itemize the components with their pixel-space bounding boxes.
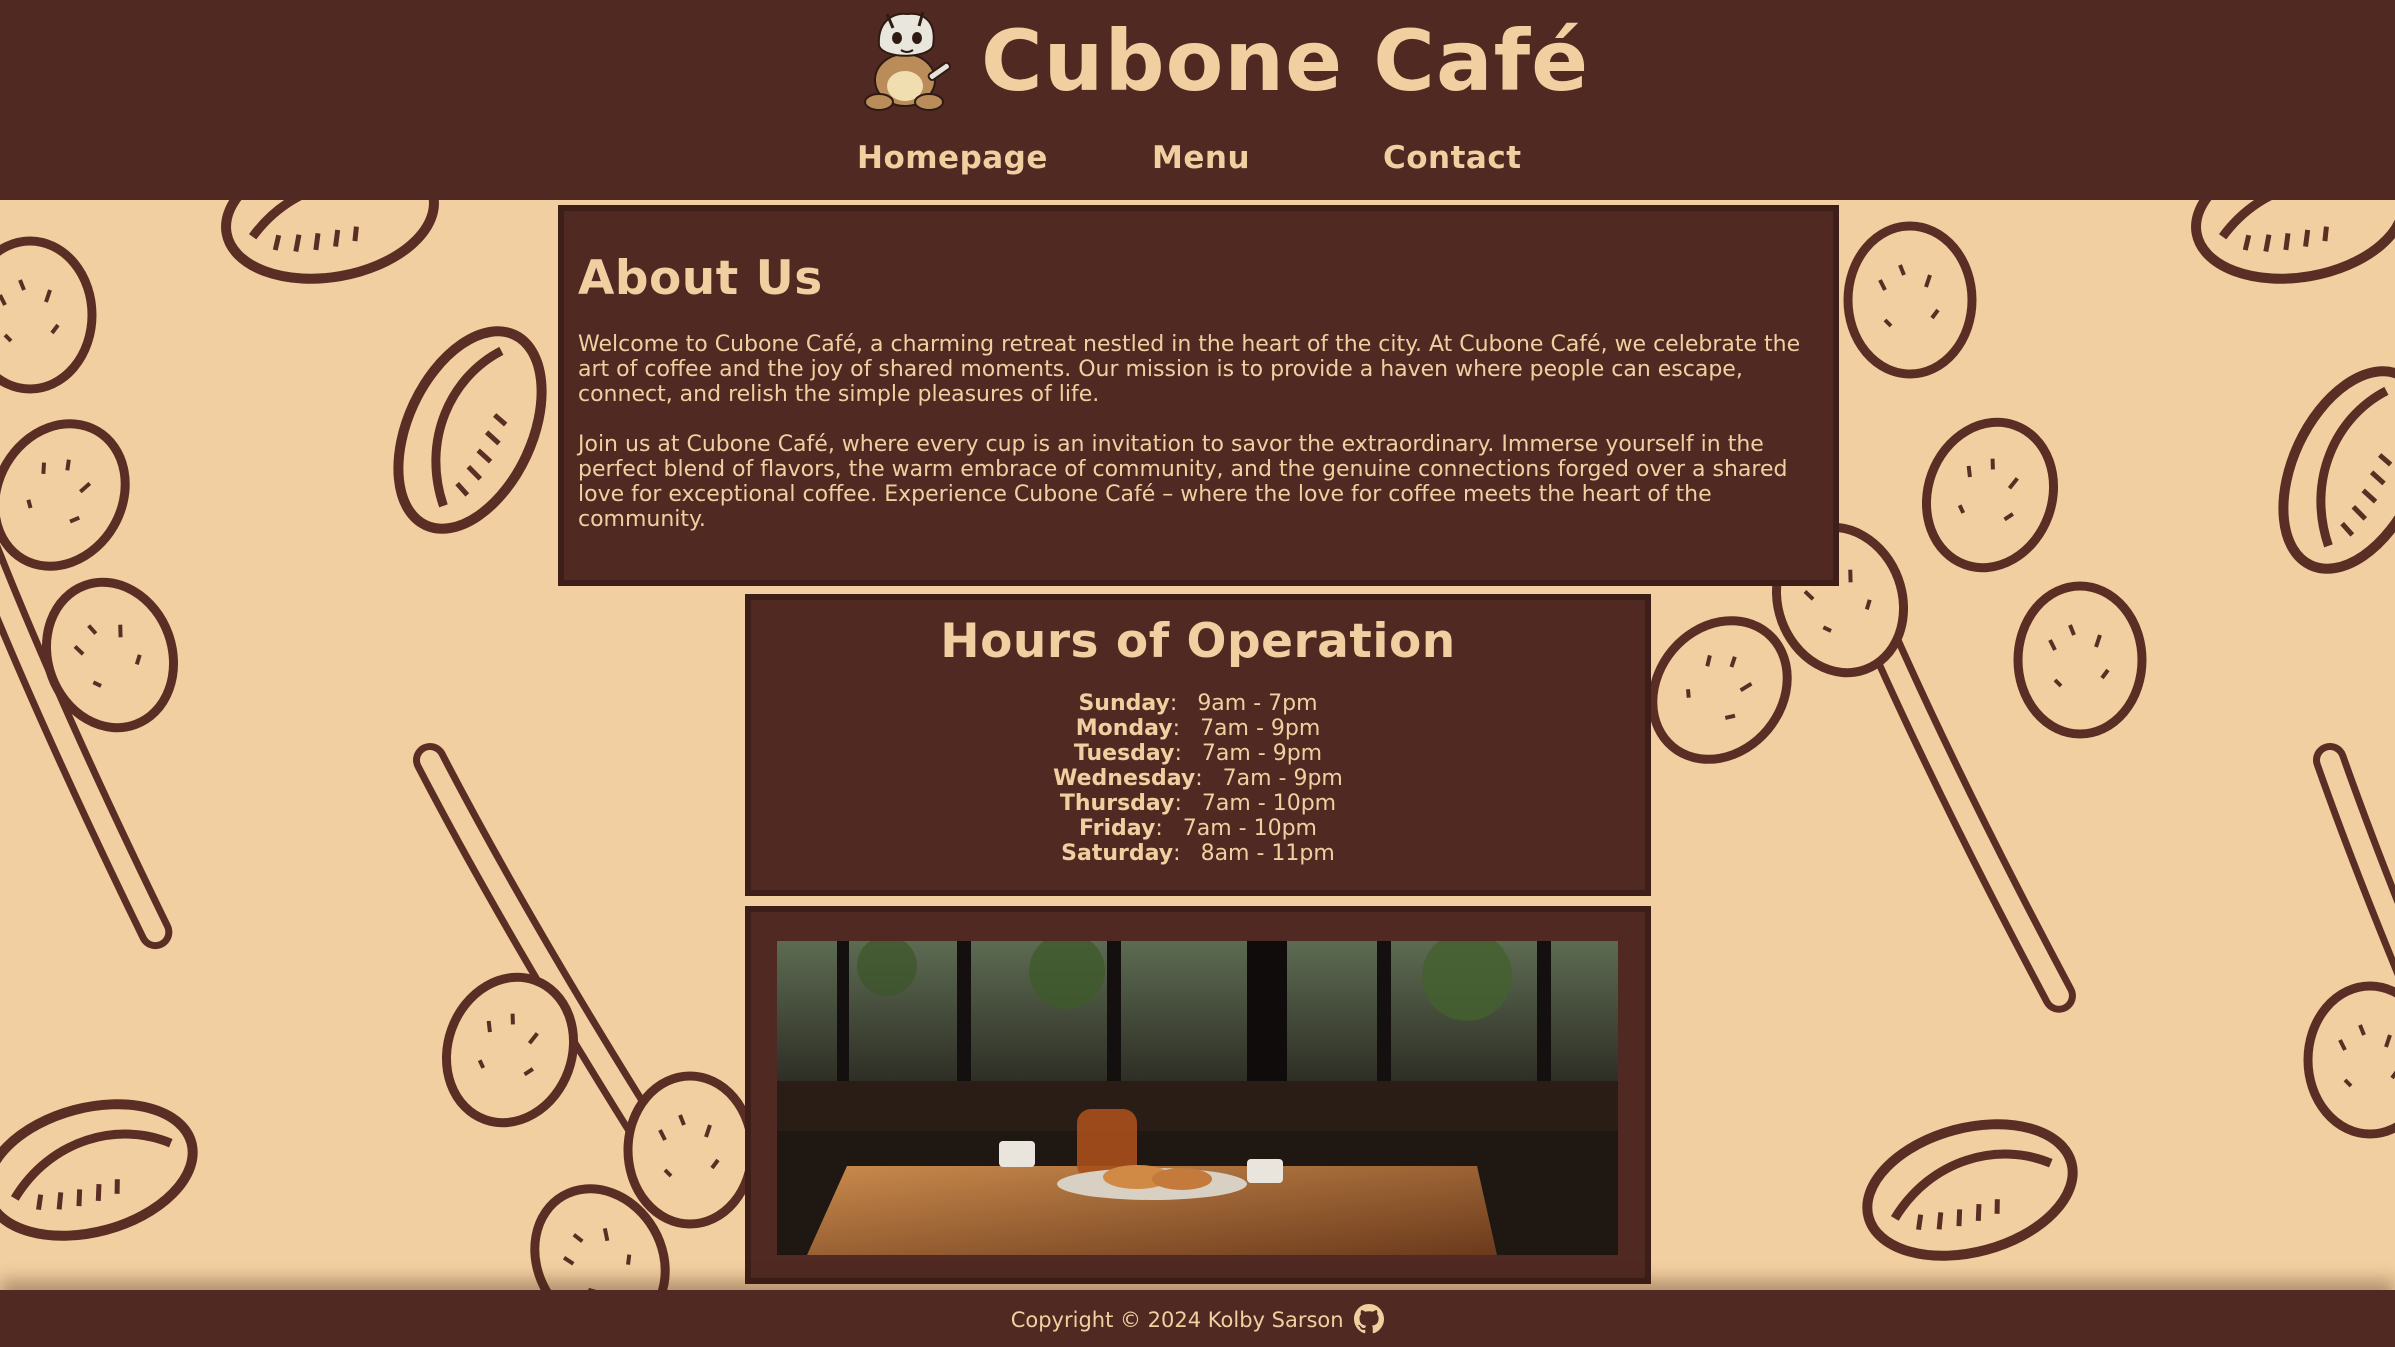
about-paragraph-1: Welcome to Cubone Café, a charming retre… (578, 332, 1801, 407)
hours-row-thursday: Thursday: 7am - 10pm (1059, 791, 1337, 816)
about-paragraph-2: Join us at Cubone Café, where every cup … (578, 432, 1788, 532)
hours-row-sunday: Sunday: 9am - 7pm (1078, 691, 1318, 716)
cafe-interior-photo (777, 941, 1618, 1255)
hours-row-monday: Monday: 7am - 9pm (1075, 716, 1321, 741)
hours-heading: Hours of Operation (940, 614, 1456, 669)
hours-day: Tuesday (1073, 741, 1175, 766)
footer-content: Copyright © 2024 Kolby Sarson (0, 1304, 2395, 1334)
hours-day: Saturday (1061, 841, 1174, 866)
site-header: Cubone Café Homepage Menu Contact (0, 0, 2395, 200)
hours-row-friday: Friday: 7am - 10pm (1079, 816, 1317, 841)
about-us-section: About Us Welcome to Cubone Café, a charm… (558, 205, 1839, 586)
hours-row-tuesday: Tuesday: 7am - 9pm (1073, 741, 1323, 766)
hours-time: 7am - 9pm (1222, 766, 1343, 791)
hours-day: Friday (1079, 816, 1156, 841)
nav-contact[interactable]: Contact (1383, 140, 1522, 176)
hours-row-wednesday: Wednesday: 7am - 9pm (1053, 766, 1343, 791)
copyright-text: Copyright © 2024 Kolby Sarson (1010, 1308, 1344, 1332)
cafe-photo-section (745, 906, 1651, 1284)
hours-time: 9am - 7pm (1197, 691, 1318, 716)
hours-time: 7am - 10pm (1182, 816, 1317, 841)
about-heading: About Us (578, 251, 823, 306)
github-icon[interactable] (1354, 1304, 1385, 1334)
cubone-mascot-icon (864, 11, 951, 111)
hours-time: 7am - 9pm (1200, 716, 1321, 741)
nav-homepage[interactable]: Homepage (857, 140, 1048, 176)
hours-day: Monday (1075, 716, 1173, 741)
hours-day: Wednesday (1053, 766, 1196, 791)
nav-menu[interactable]: Menu (1152, 140, 1250, 176)
hours-time: 7am - 9pm (1201, 741, 1323, 766)
site-title: Cubone Café (981, 12, 1590, 110)
brand[interactable]: Cubone Café (849, 6, 1589, 116)
hours-time: 7am - 10pm (1201, 791, 1337, 816)
hours-section: Hours of Operation Sunday: 9am - 7pm Mond… (745, 594, 1651, 896)
hours-row-saturday: Saturday: 8am - 11pm (1061, 841, 1335, 866)
main-nav: Homepage Menu Contact (0, 132, 2395, 188)
site-footer: Copyright © 2024 Kolby Sarson (0, 1290, 2395, 1347)
hours-time: 8am - 11pm (1200, 841, 1335, 866)
hours-day: Sunday (1078, 691, 1170, 716)
hours-day: Thursday (1059, 791, 1175, 816)
